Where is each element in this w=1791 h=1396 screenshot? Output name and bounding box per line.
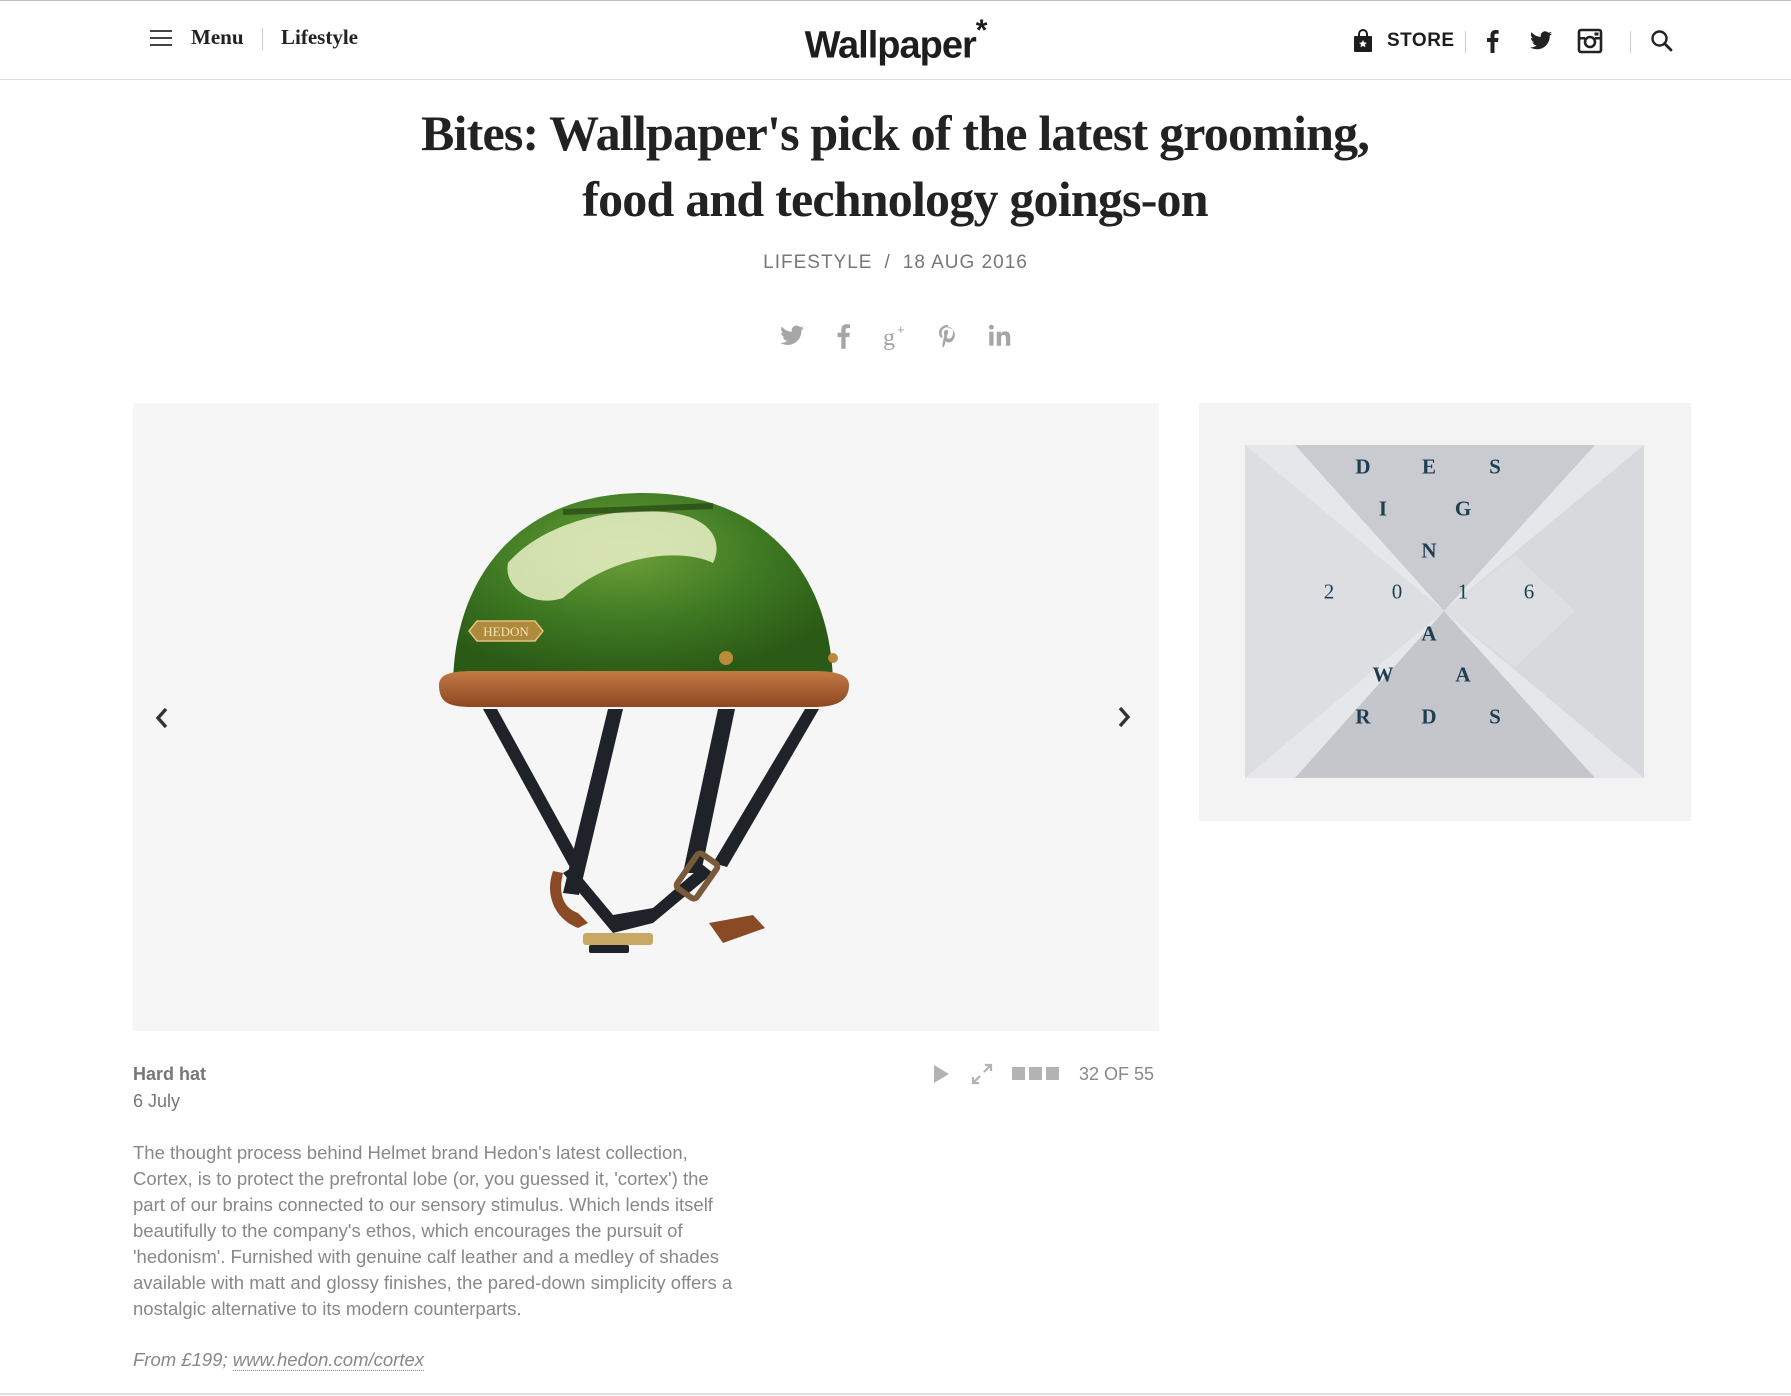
twitter-icon[interactable] (778, 322, 806, 350)
advert-letter: 0 (1391, 579, 1403, 604)
advert-letter: 6 (1523, 579, 1535, 604)
advert-letter: S (1489, 704, 1501, 729)
article-title-line-2: food and technology goings-on (582, 171, 1208, 227)
meta-separator: / (884, 252, 891, 273)
advert-letter: S (1489, 454, 1501, 479)
advert-letter: N (1421, 538, 1437, 563)
advert-artwork (1245, 445, 1644, 778)
chevron-right-icon[interactable] (1113, 702, 1137, 732)
advert-letter: 2 (1323, 579, 1335, 604)
article-category[interactable]: LIFESTYLE (763, 252, 872, 273)
chevron-left-icon[interactable] (149, 703, 173, 733)
article-title: Bites: Wallpaper's pick of the latest gr… (345, 100, 1445, 232)
bag-icon (1354, 29, 1372, 52)
share-bar: g + (0, 322, 1791, 350)
advert-letter: E (1421, 454, 1437, 479)
svg-text:g: g (883, 325, 895, 350)
site-logo[interactable]: Wallpaper* (0, 14, 1791, 68)
play-icon[interactable] (930, 1062, 952, 1086)
article-title-line-1: Bites: Wallpaper's pick of the latest gr… (420, 105, 1370, 161)
advert-letter: D (1355, 454, 1371, 479)
google-plus-icon[interactable]: g + (882, 322, 910, 350)
design-awards-advert[interactable]: D E S I GN 2 0 1 6 A W A R D S (1245, 445, 1644, 778)
product-link[interactable]: www.hedon.com/cortex (232, 1349, 425, 1371)
facebook-icon[interactable] (830, 322, 858, 350)
advert-letter: A (1455, 662, 1471, 687)
price-line: From £199; www.hedon.com/cortex (133, 1349, 425, 1371)
header-divider (1465, 31, 1466, 53)
advert-letter: I (1378, 496, 1388, 521)
helmet-image: HEDON (439, 493, 849, 953)
article-meta: LIFESTYLE / 18 AUG 2016 (0, 252, 1791, 274)
twitter-icon[interactable] (1528, 28, 1554, 54)
advert-letter: 1 (1457, 579, 1469, 604)
svg-text:+: + (897, 322, 905, 337)
site-header: Menu Lifestyle Wallpaper* STORE (0, 0, 1791, 80)
header-divider (1630, 31, 1631, 53)
helmet-logo-text: HEDON (483, 624, 529, 639)
pinterest-icon[interactable] (934, 322, 962, 350)
gallery-controls: 32 OF 55 (930, 1062, 1154, 1086)
advert-panel: D E S I GN 2 0 1 6 A W A R D S (1199, 403, 1691, 821)
grid-icon[interactable] (1012, 1066, 1060, 1082)
logo-mark: * (975, 14, 988, 47)
advert-letter: W (1372, 662, 1394, 687)
logo-text: Wallpaper (804, 24, 977, 67)
article-date: 18 AUG 2016 (902, 252, 1028, 273)
advert-letter: A (1421, 621, 1437, 646)
price-text: From £199; (133, 1349, 233, 1370)
expand-icon[interactable] (970, 1062, 994, 1086)
caption-title: Hard hat (133, 1064, 207, 1084)
advert-letter: D (1421, 704, 1437, 729)
bottom-divider (0, 1393, 1791, 1395)
linkedin-icon[interactable] (986, 322, 1014, 350)
advert-letter: G (1454, 496, 1472, 521)
instagram-icon[interactable] (1577, 28, 1603, 54)
caption-date: 6 July (133, 1091, 181, 1111)
advert-letter: R (1355, 704, 1371, 729)
store-label: STORE (1387, 30, 1455, 51)
search-icon[interactable] (1649, 28, 1675, 54)
image-gallery: HEDON (133, 403, 1159, 1031)
caption-body: The thought process behind Helmet brand … (133, 1142, 733, 1319)
store-link[interactable]: STORE (1353, 29, 1455, 53)
facebook-icon[interactable] (1480, 28, 1506, 54)
slide-counter: 32 OF 55 (1079, 1063, 1155, 1084)
